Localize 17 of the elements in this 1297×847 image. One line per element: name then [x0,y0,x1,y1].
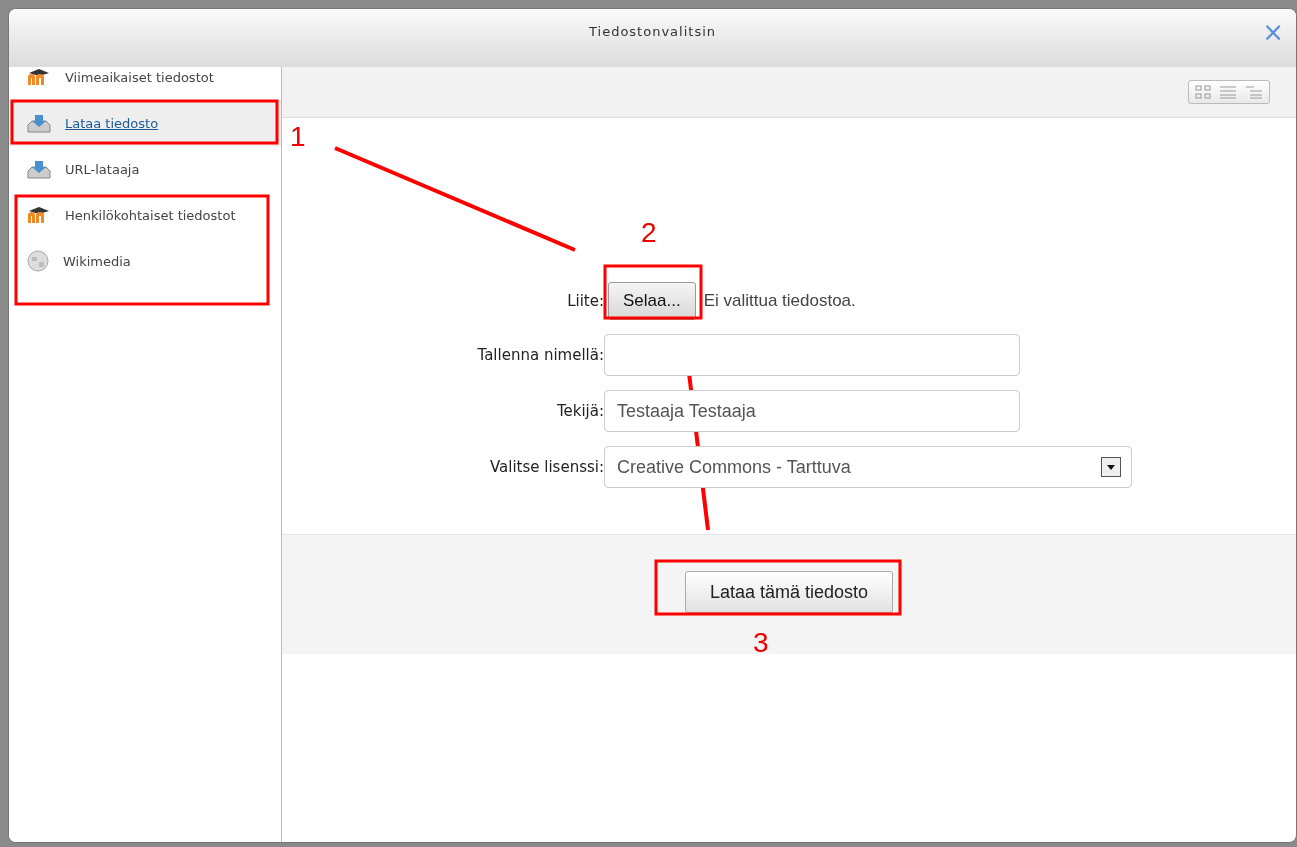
field-label: Tallenna nimellä: [476,346,604,364]
upload-button[interactable]: Lataa tämä tiedosto [684,571,894,613]
sidebar-item[interactable]: URL-lataaja [9,146,281,192]
annotation-number: 2 [641,217,657,248]
sidebar-item[interactable]: Viimeaikaiset tiedostot [9,54,281,100]
file-status: Ei valittua tiedostoa. [703,291,856,311]
window-title: Tiedostonvalitsin [589,23,716,39]
field-label: Tekijä: [555,402,604,420]
license-select[interactable]: Creative Commons - Tarttuva [604,446,1132,488]
browse-button[interactable]: Selaa... [608,282,696,320]
field-label: Liite: [566,292,604,310]
annotation-number: 3 [753,627,769,658]
sidebar-item[interactable]: Wikimedia [9,238,281,284]
field-label: Valitse lisenssi: [488,458,604,476]
annotation-number: 1 [290,121,306,152]
text-field[interactable]: Testaaja Testaaja [604,390,1020,432]
sidebar-item[interactable]: Henkilökohtaiset tiedostot [9,192,281,238]
